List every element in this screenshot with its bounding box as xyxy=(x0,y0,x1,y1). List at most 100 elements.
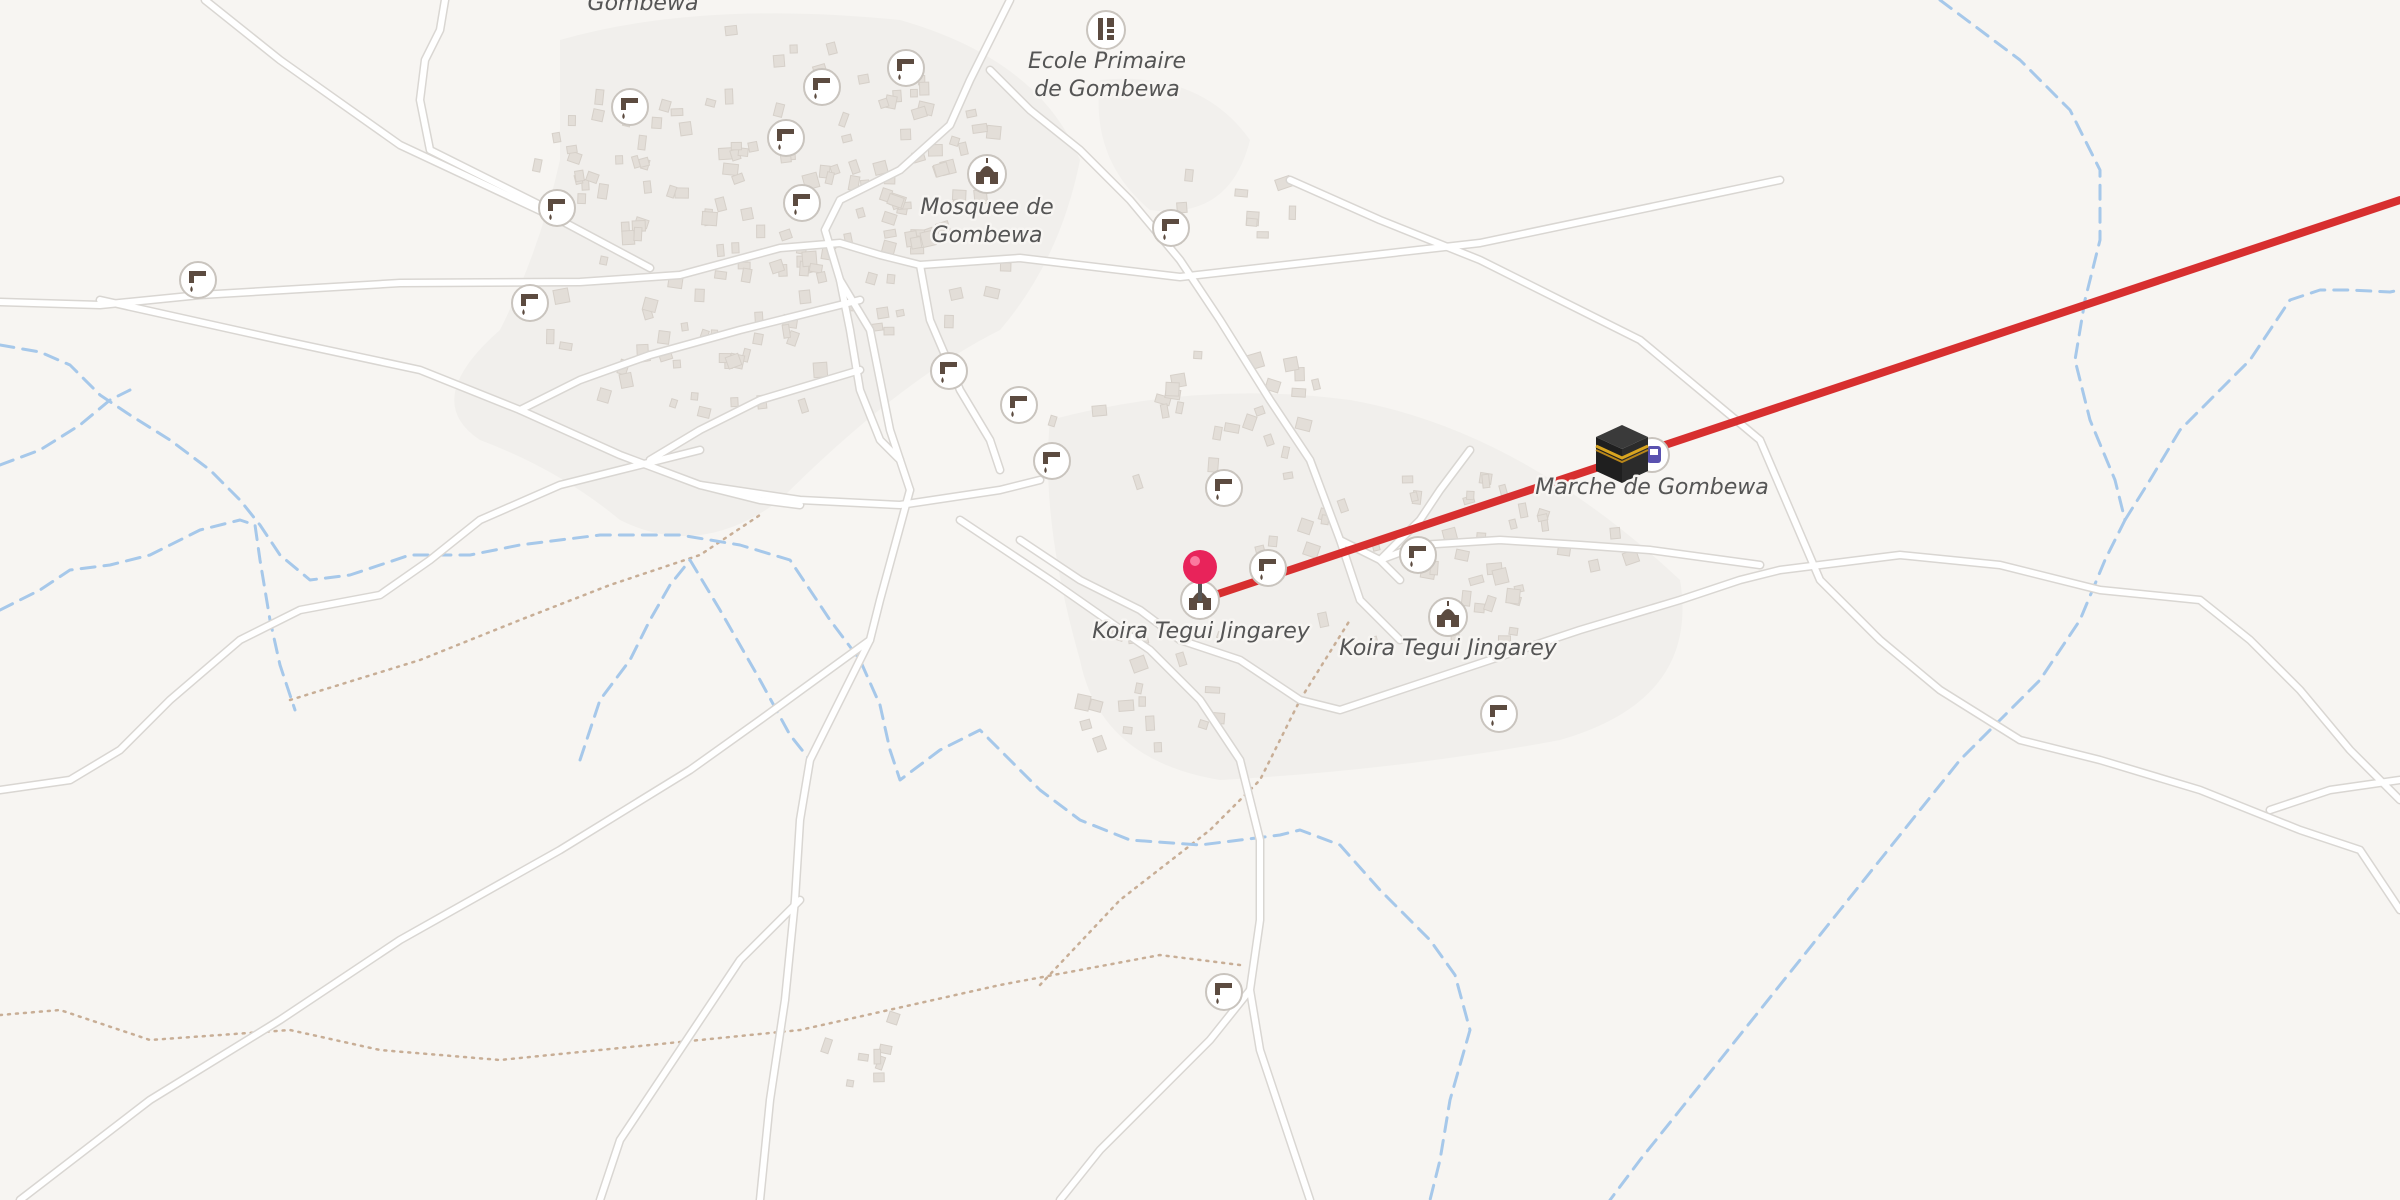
building xyxy=(1138,696,1147,707)
road-segment[interactable] xyxy=(417,0,563,218)
building xyxy=(1491,567,1510,586)
water-tap-icon[interactable] xyxy=(803,68,841,106)
water-tap-icon[interactable] xyxy=(511,284,549,322)
water-tap-icon[interactable] xyxy=(1480,695,1518,733)
building xyxy=(1481,473,1491,489)
building xyxy=(798,289,812,305)
building xyxy=(651,116,663,130)
building xyxy=(772,54,786,68)
building xyxy=(730,397,739,408)
building xyxy=(1134,682,1144,695)
building xyxy=(909,88,918,98)
building xyxy=(620,221,630,233)
building xyxy=(1153,741,1163,753)
building xyxy=(873,1072,885,1083)
building xyxy=(642,180,653,194)
road-segment[interactable] xyxy=(0,447,703,793)
building xyxy=(1508,626,1519,636)
building xyxy=(883,228,897,239)
building xyxy=(594,88,605,106)
building xyxy=(1401,475,1414,484)
building xyxy=(857,73,870,85)
road-casing-segment xyxy=(755,485,915,1200)
water-tap-icon[interactable] xyxy=(1399,536,1437,574)
building xyxy=(690,391,699,401)
building xyxy=(598,255,609,266)
building xyxy=(558,341,573,352)
building xyxy=(747,140,759,153)
building xyxy=(722,162,740,177)
water-tap-icon[interactable] xyxy=(1205,469,1243,507)
mosque-icon[interactable] xyxy=(1428,597,1468,637)
building xyxy=(1207,457,1220,473)
building xyxy=(694,288,705,303)
water-tap-icon[interactable] xyxy=(783,184,821,222)
building xyxy=(876,306,890,320)
water-tap-icon[interactable] xyxy=(887,49,925,87)
building xyxy=(985,124,1002,140)
road-segment[interactable] xyxy=(2267,777,2400,813)
building xyxy=(740,267,753,284)
building xyxy=(820,1037,834,1055)
water-tap-icon[interactable] xyxy=(1000,386,1038,424)
water-tap-icon[interactable] xyxy=(611,88,649,126)
building xyxy=(731,242,740,254)
water-tap-icon[interactable] xyxy=(767,119,805,157)
building xyxy=(845,1079,855,1088)
building xyxy=(815,270,828,284)
building xyxy=(591,108,606,123)
building xyxy=(565,144,578,155)
building xyxy=(948,286,964,302)
building xyxy=(1245,217,1258,227)
building xyxy=(1465,490,1475,501)
building xyxy=(1409,491,1419,503)
water-tap-icon[interactable] xyxy=(1205,973,1243,1011)
water-tap-icon[interactable] xyxy=(1033,442,1071,480)
building xyxy=(641,296,659,314)
building xyxy=(716,243,725,258)
building xyxy=(678,120,693,137)
building xyxy=(573,169,585,183)
building xyxy=(756,224,766,239)
road-segment[interactable] xyxy=(757,487,913,1200)
building xyxy=(857,1052,870,1062)
building xyxy=(1282,356,1300,373)
building xyxy=(1282,471,1294,481)
mosque-label: Gombewa xyxy=(932,223,1043,248)
road-segment[interactable] xyxy=(597,897,803,1200)
building xyxy=(899,128,912,141)
building xyxy=(1234,188,1249,198)
building xyxy=(808,262,824,274)
water-tap-icon[interactable] xyxy=(1152,209,1190,247)
building xyxy=(971,122,989,134)
school-icon[interactable] xyxy=(1086,10,1126,50)
building xyxy=(943,314,954,329)
water-tap-icon[interactable] xyxy=(538,189,576,227)
building xyxy=(531,158,543,173)
building xyxy=(873,1048,882,1065)
map-canvas[interactable]: Gombewa Ecole Primaire de Gombewa Mosque… xyxy=(0,0,2400,1200)
water-tap-icon[interactable] xyxy=(1249,549,1287,587)
building xyxy=(656,329,671,345)
building xyxy=(1505,587,1521,605)
building xyxy=(877,97,890,110)
building xyxy=(1092,734,1108,753)
map-svg[interactable]: Gombewa Ecole Primaire de Gombewa Mosque… xyxy=(0,0,2400,1200)
water-tap-icon[interactable] xyxy=(179,261,217,299)
building xyxy=(1587,558,1601,573)
building xyxy=(1256,231,1269,239)
building xyxy=(1074,693,1092,712)
building xyxy=(1267,535,1279,548)
road-segment[interactable] xyxy=(1057,987,1253,1200)
building xyxy=(713,270,728,280)
school-label: de Gombewa xyxy=(1034,77,1179,102)
building xyxy=(965,108,978,119)
building xyxy=(567,114,577,127)
road-casing-segment xyxy=(0,445,705,795)
building xyxy=(1193,350,1203,360)
building xyxy=(812,361,829,379)
water-tap-icon[interactable] xyxy=(930,352,968,390)
building xyxy=(1536,513,1549,523)
building xyxy=(883,326,895,336)
mosque-icon[interactable] xyxy=(967,154,1007,194)
